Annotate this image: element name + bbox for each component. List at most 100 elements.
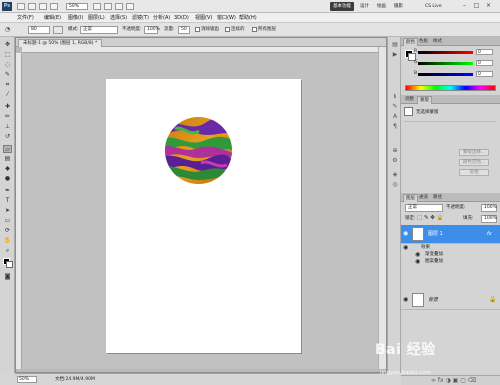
3d-rotate-tool-icon[interactable]: ⟳ [3, 227, 12, 235]
color-spectrum-bar[interactable] [405, 85, 496, 91]
path-select-tool-icon[interactable]: ➤ [3, 207, 12, 215]
arrange-documents-icon[interactable] [115, 3, 123, 10]
active-tool-preset-icon[interactable]: ◔ [3, 26, 12, 34]
tab-masks[interactable]: 蒙版 [417, 96, 432, 104]
tab-adjustments[interactable]: 调整 [403, 96, 416, 104]
character-panel-icon[interactable]: A [391, 113, 399, 120]
vertical-scrollbar[interactable] [378, 47, 386, 369]
minimize-icon[interactable]: – [460, 2, 469, 10]
history-panel-icon[interactable]: ▤ [391, 41, 399, 48]
type-tool-icon[interactable]: T [3, 197, 12, 205]
tab-channels[interactable]: 通道 [417, 194, 430, 202]
navigator-icon[interactable]: ◎ [391, 181, 399, 188]
tab-styles[interactable]: 样式 [431, 38, 444, 46]
effects-eye-icon[interactable]: ◉ [403, 245, 409, 251]
tab-swatches[interactable]: 色板 [417, 38, 430, 46]
paragraph-panel-icon[interactable]: ¶ [391, 123, 399, 130]
document-canvas[interactable] [106, 79, 301, 353]
visibility-eye-icon[interactable]: ◉ [403, 297, 409, 303]
screen-mode-icon[interactable] [126, 3, 134, 10]
mask-edge-button[interactable]: 蒙版边缘... [459, 149, 489, 156]
lock-icons[interactable]: ⬚ ✎ ✥ 🔒 [417, 215, 444, 221]
menu-analysis[interactable]: 分析(A) [153, 14, 170, 22]
menu-image[interactable]: 图像(I) [68, 14, 83, 22]
document-tab[interactable]: 未标题-1 @ 50% (图层 1, RGB/8) * [18, 39, 103, 47]
pen-tool-icon[interactable]: ✒ [3, 187, 12, 195]
fill-field[interactable]: 100% [481, 215, 497, 223]
workspace-photography-button[interactable]: 摄影 [391, 2, 406, 11]
layer-row-background[interactable]: ◉ 背景 🔒 [401, 291, 500, 310]
healing-brush-tool-icon[interactable]: ✚ [3, 103, 12, 111]
tab-layers[interactable]: 图层 [403, 194, 418, 202]
marquee-tool-icon[interactable]: ⬚ [3, 51, 12, 59]
red-value-field[interactable]: 0 [476, 49, 493, 55]
eyedropper-tool-icon[interactable]: ⁄ [3, 91, 12, 99]
close-icon[interactable]: × [484, 2, 493, 10]
bridge-icon[interactable] [17, 3, 25, 10]
rotate-view-icon[interactable] [104, 3, 112, 10]
tab-paths[interactable]: 路径 [431, 194, 444, 202]
brush-panel-icon[interactable] [53, 26, 63, 34]
brush-presets-icon[interactable]: ✎ [391, 103, 399, 110]
background-color-swatch[interactable] [6, 261, 13, 268]
zoom-tool-icon[interactable] [50, 3, 58, 10]
menu-edit[interactable]: 编辑(E) [44, 14, 61, 22]
color-range-button[interactable]: 颜色范围... [459, 159, 489, 166]
tool-presets-icon[interactable]: ⚙ [391, 157, 399, 164]
status-zoom-field[interactable]: 50% [17, 376, 37, 383]
menu-view[interactable]: 视图(V) [195, 14, 212, 22]
grid-icon[interactable] [39, 3, 47, 10]
tab-color[interactable]: 颜色 [403, 38, 418, 46]
blue-value-field[interactable]: 0 [476, 71, 493, 77]
eraser-tool-icon[interactable]: ▱ [3, 145, 12, 153]
maximize-icon[interactable]: □ [472, 2, 481, 10]
history-brush-tool-icon[interactable]: ↺ [3, 133, 12, 141]
menu-file[interactable]: 文件(F) [17, 14, 34, 22]
red-slider[interactable] [418, 51, 473, 54]
quick-select-tool-icon[interactable]: ✎ [3, 71, 12, 79]
workspace-essentials-button[interactable]: 基本功能 [330, 2, 354, 11]
visibility-eye-icon[interactable]: ◉ [403, 231, 409, 237]
move-tool-icon[interactable]: ✥ [3, 41, 12, 49]
workspace-painting-button[interactable]: 绘画 [374, 2, 389, 11]
clone-source-icon[interactable]: ⊕ [391, 147, 399, 154]
lasso-tool-icon[interactable]: ◌ [3, 61, 12, 69]
anti-alias-checkbox[interactable] [195, 27, 200, 32]
blur-tool-icon[interactable]: ◆ [3, 165, 12, 173]
invert-button[interactable]: 反相 [459, 169, 489, 176]
green-value-field[interactable]: 0 [476, 60, 493, 66]
menu-help[interactable]: 帮助(H) [239, 14, 257, 22]
all-layers-checkbox[interactable] [252, 27, 257, 32]
effect-gradient-overlay[interactable]: 渐变叠加 [425, 251, 443, 258]
minibridge-icon[interactable] [28, 3, 36, 10]
pattern-overlay-eye-icon[interactable]: ◉ [415, 259, 421, 265]
layer-row-layer1[interactable]: ◉ 图层 1 fx [401, 225, 500, 244]
workspace-design-button[interactable]: 设计 [357, 2, 372, 11]
cs-live-button[interactable]: CS Live [425, 2, 442, 11]
green-slider[interactable] [418, 62, 473, 65]
menu-select[interactable]: 选择(S) [110, 14, 127, 22]
quick-mask-icon[interactable]: ◙ [3, 273, 12, 281]
layer-opacity-field[interactable]: 100% [481, 204, 497, 212]
blue-slider[interactable] [418, 73, 473, 76]
zoom-tool-icon[interactable]: ⌕ [3, 247, 12, 255]
layer-actions-icons[interactable]: ∞ fx ◑ ▣ ▢ ⌫ [431, 377, 476, 384]
fx-icon[interactable]: fx [487, 231, 492, 237]
clone-stamp-tool-icon[interactable]: ⊥ [3, 123, 12, 131]
brush-tool-icon[interactable]: ✏ [3, 113, 12, 121]
zoom-level-field[interactable]: 50% [66, 3, 88, 10]
effect-pattern-overlay[interactable]: 图案叠加 [425, 258, 443, 265]
menu-window[interactable]: 窗口(W) [217, 14, 236, 22]
hand-tool-icon[interactable] [93, 3, 101, 10]
contiguous-checkbox[interactable] [225, 27, 230, 32]
shape-tool-icon[interactable]: ▭ [3, 217, 12, 225]
gradient-tool-icon[interactable]: ▤ [3, 155, 12, 163]
blend-mode-dropdown[interactable]: 正常 [405, 204, 443, 212]
menu-filter[interactable]: 滤镜(T) [132, 14, 149, 22]
flow-field[interactable]: 50 [178, 26, 190, 34]
opacity-field[interactable]: 100% [144, 26, 160, 34]
menu-3d[interactable]: 3D(D) [174, 14, 189, 22]
3d-panel-icon[interactable]: ◈ [391, 171, 399, 178]
hand-tool-icon[interactable]: ✋ [3, 237, 12, 245]
crop-tool-icon[interactable]: ⌗ [3, 81, 12, 89]
